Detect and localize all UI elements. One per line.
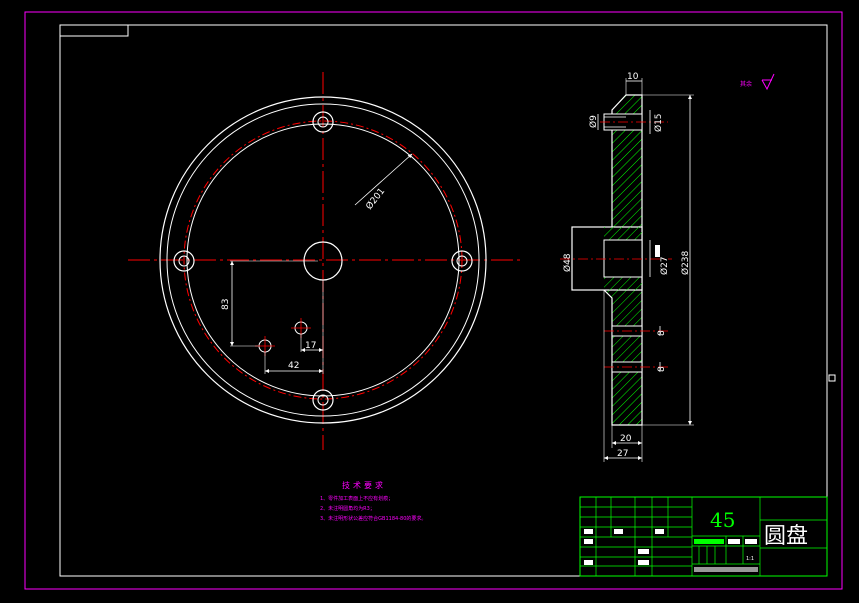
front-view: Ø201 83 17 42 xyxy=(128,72,520,450)
technical-requirements: 技术要求 1、零件加工表面上不应有划痕； 2、未注明圆角均为R3； 3、未注明形… xyxy=(320,480,426,522)
height-dimension: 83 xyxy=(221,299,231,310)
edge-marker xyxy=(828,374,836,382)
section-view: 10 Ø9 Ø15 Ø48 Ø27 Ø238 8 8 20 27 xyxy=(560,72,694,462)
material-text: 45 xyxy=(710,508,735,532)
offset-large-dimension: 42 xyxy=(288,361,299,371)
cad-drawing: Ø201 83 17 42 10 Ø9 Ø15 Ø48 Ø27 Ø238 8 8… xyxy=(24,11,843,590)
tech-notes-title: 技术要求 xyxy=(342,480,386,490)
sheet-border xyxy=(24,11,843,590)
drawing-number-box xyxy=(59,24,129,37)
total-width-dimension: 27 xyxy=(617,449,628,459)
top-width-dimension: 10 xyxy=(627,72,639,82)
part-name-text: 圆盘 xyxy=(764,524,808,549)
pcd-dimension: Ø201 xyxy=(364,186,388,212)
web-width-dimension: 20 xyxy=(620,434,632,444)
scale-text: 1:1 xyxy=(746,556,754,562)
title-block: 45 圆盘 1:1 xyxy=(579,496,828,577)
roughness-icon xyxy=(761,73,775,91)
roughness-label: 其余 xyxy=(740,80,752,88)
hub-right-dimension: Ø27 xyxy=(659,256,670,275)
tech-note-1: 1、零件加工表面上不应有划痕； xyxy=(320,495,393,502)
tech-note-2: 2、未注明圆角均为R3； xyxy=(320,505,375,512)
tech-note-3: 3、未注明形状公差应符合GB1184-80的要求。 xyxy=(320,515,426,522)
offset-small-dimension: 17 xyxy=(305,341,316,351)
drawing-frame xyxy=(59,24,828,577)
hole-left-dimension: Ø9 xyxy=(588,115,599,128)
outer-diameter-dimension: Ø238 xyxy=(680,250,691,275)
hub-left-dimension: Ø48 xyxy=(562,253,573,272)
roughness-note: 其余 xyxy=(740,73,775,91)
slot-1-dimension: 8 xyxy=(657,330,667,336)
hole-right-dimension: Ø15 xyxy=(653,113,664,132)
hub-bore xyxy=(603,239,643,278)
slot-2-dimension: 8 xyxy=(657,366,667,372)
